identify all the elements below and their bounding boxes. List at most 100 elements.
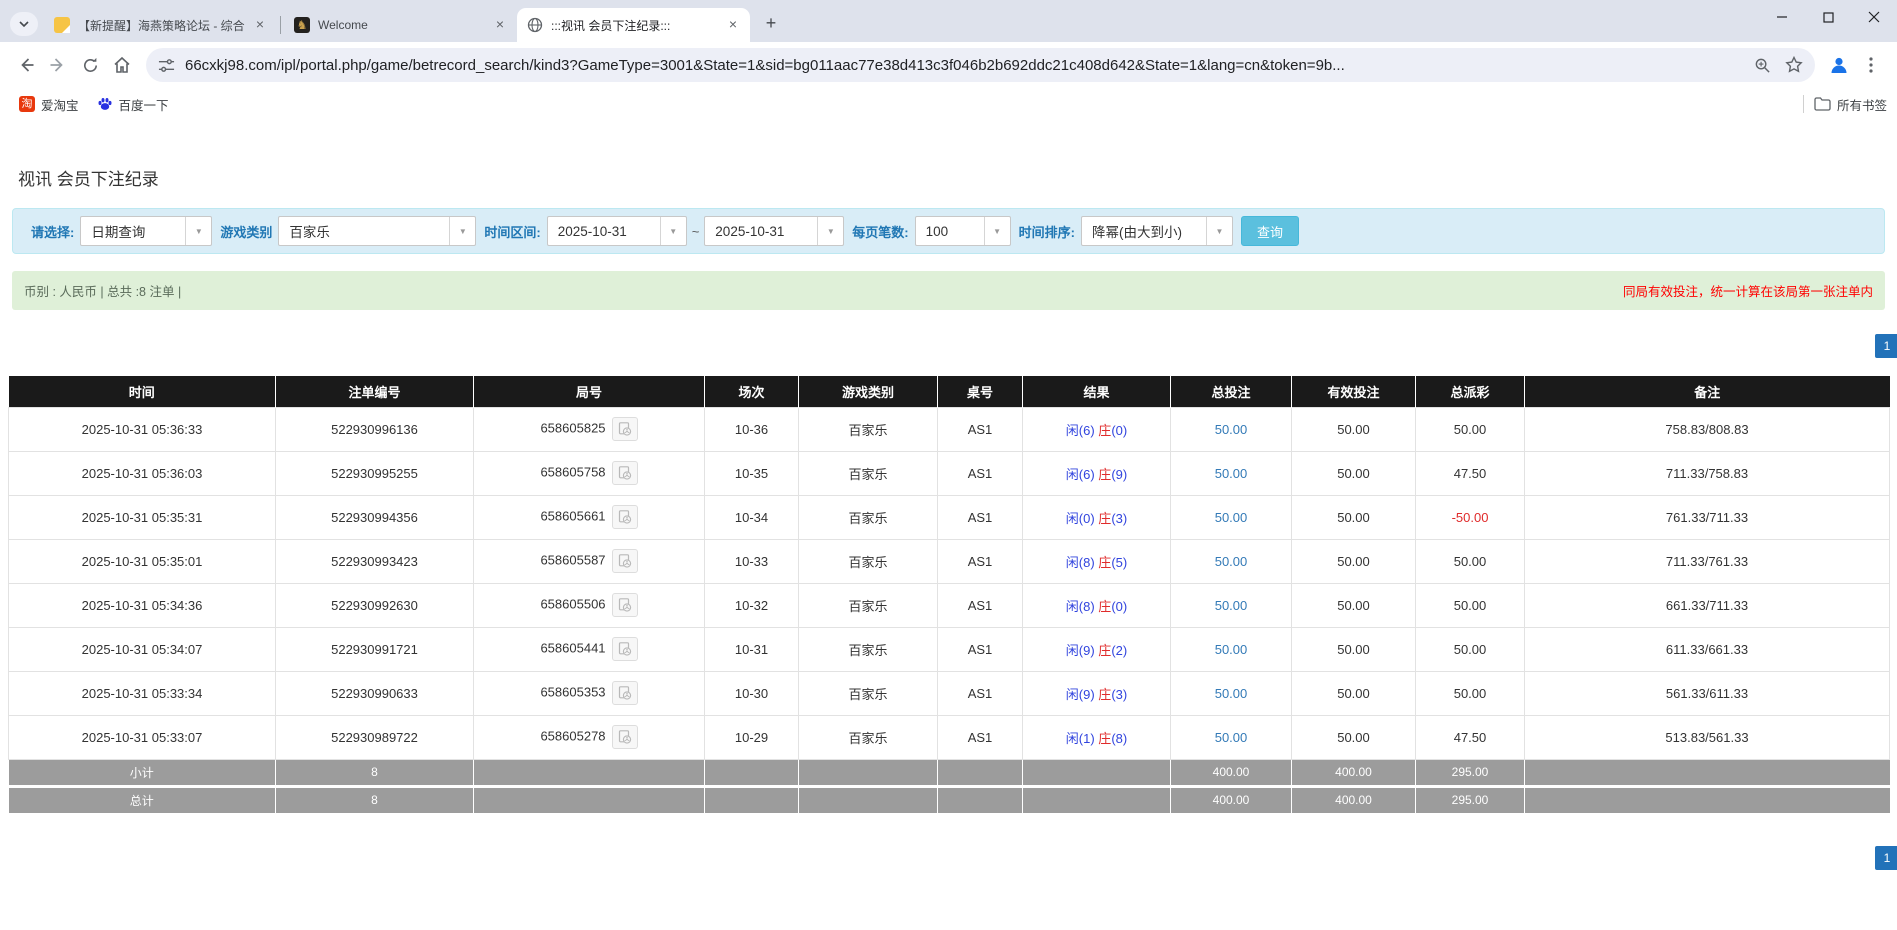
maximize-icon [1822, 11, 1834, 23]
tab-forum[interactable]: 【新提醒】海燕策略论坛 - 综合 × [44, 8, 277, 42]
player-result: 闲(6) [1065, 466, 1095, 482]
sort-value: 降幂(由大到小) [1091, 225, 1182, 240]
player-result: 闲(6) [1065, 422, 1095, 438]
address-bar[interactable]: 66cxkj98.com/ipl/portal.php/game/betreco… [146, 48, 1815, 82]
date-from-select[interactable]: 2025-10-31 ▼ [546, 216, 687, 246]
bet-id-cell: 522930989722 [275, 714, 474, 760]
video-replay-button[interactable] [611, 461, 638, 485]
round-number: 658605278 [540, 728, 606, 744]
note-cell: 561.33/611.33 [1524, 670, 1890, 716]
tab-close-icon[interactable]: × [491, 16, 509, 34]
url-text[interactable]: 66cxkj98.com/ipl/portal.php/game/betreco… [185, 57, 1744, 74]
payout-cell: 50.00 [1415, 626, 1525, 672]
forum-favicon-icon [54, 17, 70, 33]
game-type-cell: 百家乐 [798, 582, 938, 628]
sort-select[interactable]: 降幂(由大到小) ▼ [1080, 216, 1233, 246]
table-row: 2025-10-31 05:33:34 522930990633 658605353… [8, 670, 1890, 716]
tab-close-icon[interactable]: × [251, 16, 269, 34]
payout-cell: 50.00 [1415, 406, 1525, 452]
total-bet-link[interactable]: 50.00 [1215, 510, 1248, 525]
total-bet-link[interactable]: 50.00 [1215, 686, 1248, 701]
summary-empty [937, 784, 1023, 813]
tab-title: Welcome [318, 18, 368, 32]
summary-empty [798, 784, 938, 813]
total-bet-link[interactable]: 50.00 [1215, 554, 1248, 569]
summary-summary-label: 总计 [8, 784, 276, 813]
round-number: 658605661 [540, 508, 606, 524]
profile-avatar[interactable] [1823, 49, 1855, 81]
total-bet-link[interactable]: 50.00 [1215, 730, 1248, 745]
video-replay-icon [618, 686, 631, 700]
payout-cell: 47.50 [1415, 714, 1525, 760]
column-header-6: 桌号 [937, 376, 1023, 407]
maximize-button[interactable] [1805, 0, 1851, 34]
tab-separator [280, 16, 281, 34]
video-replay-button[interactable] [611, 725, 638, 749]
tab-search-button[interactable] [10, 12, 38, 36]
bet-record-table: 时间 注单编号 局号 场次 游戏类别 桌号 结果 总投注 有效投注 总派彩 备注 2025-10-3… [8, 376, 1890, 813]
video-replay-button[interactable] [611, 593, 638, 617]
valid-bet-cell: 50.00 [1291, 538, 1416, 584]
minimize-button[interactable] [1759, 0, 1805, 34]
game-type-select[interactable]: 百家乐 ▼ [278, 216, 477, 246]
time-cell: 2025-10-31 05:33:07 [8, 714, 276, 760]
banker-result: 庄 [1098, 730, 1112, 746]
per-page-label: 每页笔数: [852, 224, 909, 240]
page-number-bottom[interactable]: 1 [1875, 846, 1897, 870]
note-cell: 711.33/758.83 [1524, 450, 1890, 496]
time-cell: 2025-10-31 05:35:01 [8, 538, 276, 584]
video-replay-button[interactable] [611, 417, 638, 441]
reload-button[interactable] [74, 49, 106, 81]
site-settings-icon[interactable] [158, 57, 175, 74]
valid-bet-cell: 50.00 [1291, 582, 1416, 628]
bookmark-star-icon[interactable] [1785, 56, 1803, 74]
total-bet-link[interactable]: 50.00 [1215, 642, 1248, 657]
query-mode-select[interactable]: 日期查询 ▼ [80, 216, 213, 246]
summary-empty [798, 759, 938, 786]
total-bet-link[interactable]: 50.00 [1215, 422, 1248, 437]
page-number-top[interactable]: 1 [1875, 334, 1897, 358]
video-replay-button[interactable] [611, 681, 638, 705]
new-tab-button[interactable]: + [758, 11, 784, 37]
per-page-select[interactable]: 100 ▼ [914, 216, 1011, 246]
note-cell: 711.33/761.33 [1524, 538, 1890, 584]
total-bet-link[interactable]: 50.00 [1215, 466, 1248, 481]
zoom-icon[interactable] [1754, 57, 1771, 74]
game-type-cell: 百家乐 [798, 450, 938, 496]
query-button[interactable]: 查询 [1240, 216, 1299, 246]
all-bookmarks[interactable]: 所有书签 [1802, 95, 1887, 114]
player-result: 闲(9) [1065, 642, 1095, 658]
summary-empty [704, 759, 799, 786]
browser-toolbar: 66cxkj98.com/ipl/portal.php/game/betreco… [0, 42, 1897, 88]
video-replay-button[interactable] [611, 505, 638, 529]
video-replay-button[interactable] [611, 637, 638, 661]
total-bet-link[interactable]: 50.00 [1215, 598, 1248, 613]
banker-result-number: (8) [1111, 730, 1128, 746]
date-to-select[interactable]: 2025-10-31 ▼ [704, 216, 845, 246]
forward-button[interactable] [42, 49, 74, 81]
table-header-row: 时间 注单编号 局号 场次 游戏类别 桌号 结果 总投注 有效投注 总派彩 备注 [8, 376, 1890, 407]
round-number: 658605758 [540, 464, 606, 480]
session-cell: 10-31 [704, 626, 799, 672]
summary-empty [1524, 784, 1890, 813]
home-button[interactable] [106, 49, 138, 81]
close-button[interactable] [1851, 0, 1897, 34]
bet-id-cell: 522930994356 [275, 494, 474, 540]
subtotal-row: 小计 8 400.00 400.00 295.00 [8, 759, 1890, 786]
video-replay-button[interactable] [611, 549, 638, 573]
note-cell: 758.83/808.83 [1524, 406, 1890, 452]
column-header-11: 备注 [1524, 376, 1890, 407]
tab-close-icon[interactable]: × [724, 16, 742, 34]
bookmark-taobao[interactable]: 淘 爱淘宝 [10, 92, 88, 116]
window-controls [1759, 0, 1897, 34]
video-replay-icon [618, 730, 631, 744]
back-button[interactable] [10, 49, 42, 81]
bookmark-baidu[interactable]: 百度一下 [88, 92, 178, 116]
browser-menu-button[interactable] [1855, 49, 1887, 81]
page-title: 视讯 会员下注纪录 [18, 170, 159, 189]
bet-id-cell: 522930992630 [275, 582, 474, 628]
chevron-down-icon: ▼ [185, 217, 211, 245]
tab-bet-record[interactable]: :::视讯 会员下注纪录::: × [517, 8, 750, 42]
result-cell: 闲(6) 庄(0) [1022, 406, 1171, 452]
tab-welcome[interactable]: ♞ Welcome × [284, 8, 517, 42]
